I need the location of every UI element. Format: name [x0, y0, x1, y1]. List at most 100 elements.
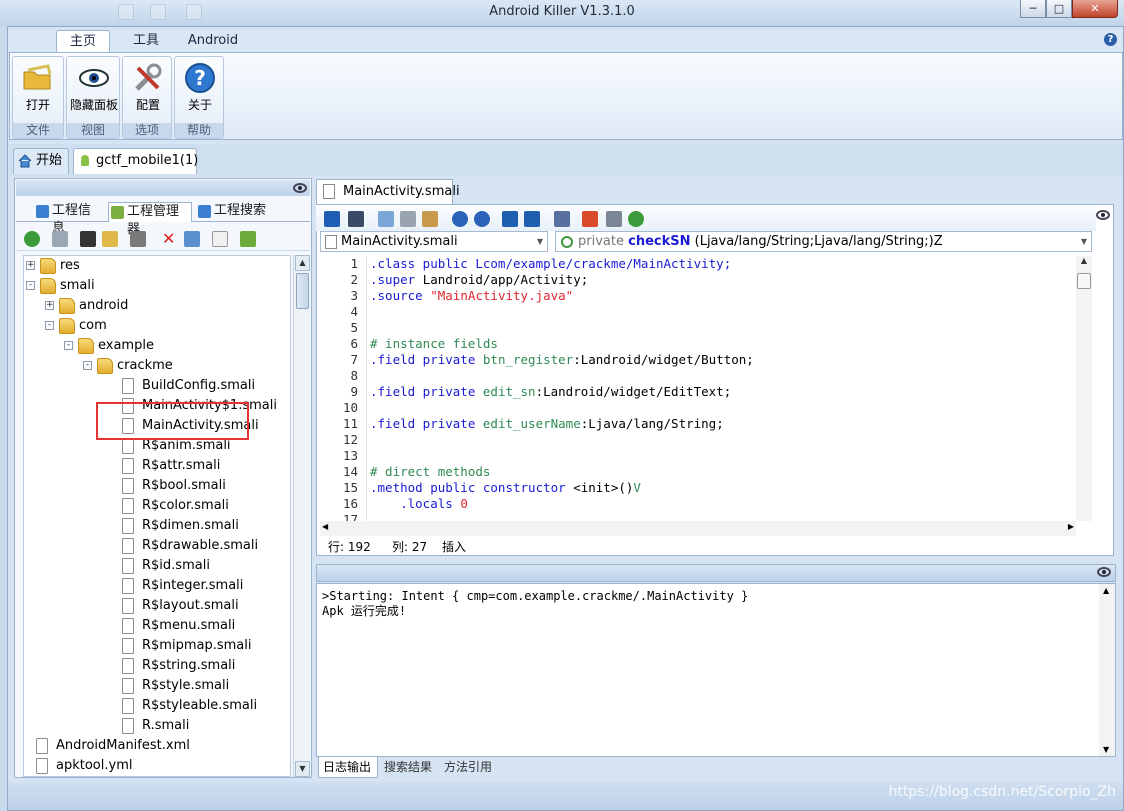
eye-icon[interactable] [293, 183, 307, 193]
collapse-icon[interactable]: - [83, 361, 92, 370]
file-icon [122, 378, 134, 394]
config-button[interactable]: 配置 [125, 59, 171, 123]
tree-item-label: example [98, 338, 154, 353]
window-controls: ─ □ ✕ [1020, 0, 1118, 18]
eye-icon[interactable] [1096, 210, 1110, 220]
tab-project-info[interactable]: 工程信息 [34, 202, 106, 236]
tab-log-output[interactable]: 日志输出 [318, 757, 378, 778]
collapse-icon[interactable]: - [26, 281, 35, 290]
back-icon[interactable] [502, 211, 518, 227]
code-token: :Landroid/widget/Button; [573, 352, 754, 367]
row-indicator: 行: 192 [328, 540, 371, 554]
run-icon[interactable] [628, 211, 644, 227]
scroll-up-icon[interactable]: ▲ [1076, 256, 1092, 268]
scroll-up-icon[interactable]: ▲ [1103, 586, 1109, 595]
tab-project-manager[interactable]: 工程管理器 [108, 202, 192, 237]
file-icon [122, 518, 134, 534]
minimize-button[interactable]: ─ [1020, 0, 1046, 18]
scroll-thumb[interactable] [1077, 273, 1091, 289]
ribbon-group-view: 隐藏面板 视图 [66, 56, 120, 139]
line-number: 5 [320, 320, 364, 336]
tab-project-search[interactable]: 工程搜索 [196, 202, 272, 222]
redo-icon[interactable] [474, 211, 490, 227]
copy-icon[interactable] [378, 211, 394, 227]
tab-method-refs[interactable]: 方法引用 [440, 757, 500, 778]
ribbon-tab-tools[interactable]: 工具 [120, 30, 172, 52]
file-icon [122, 438, 134, 454]
open-button[interactable]: 打开 [15, 59, 61, 123]
ribbon-tab-home[interactable]: 主页 [56, 30, 110, 52]
line-number: 16 [320, 496, 364, 512]
tree-scrollbar[interactable]: ▲ ▼ [293, 255, 310, 777]
text-file-icon[interactable] [212, 231, 228, 247]
file-selector-value: MainActivity.smali [341, 234, 458, 249]
paste-icon[interactable] [422, 211, 438, 227]
refresh-icon[interactable] [24, 231, 40, 247]
col-indicator: 列: 27 [392, 540, 428, 554]
scroll-up-icon[interactable]: ▲ [295, 255, 310, 271]
rename-icon[interactable] [184, 231, 200, 247]
code-editor[interactable]: 1 .class public Lcom/example/crackme/Main… [320, 256, 1076, 521]
tree-item-label: android [79, 298, 129, 313]
save-icon[interactable] [348, 211, 364, 227]
line-number: 8 [320, 368, 364, 384]
folder-icon [59, 318, 75, 334]
method-selector[interactable]: private checkSN (Ljava/lang/String;Ljava… [555, 231, 1092, 252]
undo-icon[interactable] [452, 211, 468, 227]
cut-icon[interactable] [400, 211, 416, 227]
svg-text:?: ? [194, 66, 206, 90]
line-number: 1 [320, 256, 364, 272]
expand-icon[interactable]: + [26, 261, 35, 270]
java-icon[interactable] [582, 211, 598, 227]
collapse-icon[interactable]: - [64, 341, 73, 350]
tab-start[interactable]: 开始 [13, 148, 69, 174]
help-icon[interactable]: ? [1104, 33, 1117, 46]
window-title: Android Killer V1.3.1.0 [489, 4, 635, 19]
code-hscrollbar[interactable]: ◀ ▶ [320, 521, 1076, 536]
ribbon-group-label: 视图 [67, 123, 119, 138]
tab-project[interactable]: gctf_mobile1(1) [73, 148, 198, 174]
panel-tabs: 工程信息 工程管理器 工程搜索 [16, 200, 310, 237]
expand-icon[interactable]: + [45, 301, 54, 310]
tab-search-results[interactable]: 搜索结果 [380, 757, 438, 778]
info-icon [36, 205, 49, 218]
scroll-thumb[interactable] [296, 273, 309, 309]
scroll-down-icon[interactable]: ▼ [1103, 745, 1109, 754]
gutter-divider [366, 256, 367, 521]
maximize-button[interactable]: □ [1046, 0, 1072, 18]
log-line: >Starting: Intent { cmp=com.example.crac… [322, 589, 749, 603]
find-folder-icon[interactable] [102, 231, 118, 247]
code-token: <init> [573, 480, 619, 495]
file-selector[interactable]: MainActivity.smali ▼ [320, 231, 548, 252]
bookmark-icon[interactable] [130, 231, 146, 247]
log-tabs: 日志输出 搜索结果 方法引用 [316, 757, 1116, 779]
document-tabs: 开始 gctf_mobile1(1) [9, 144, 1123, 176]
code-vscrollbar[interactable]: ▲ [1076, 256, 1092, 521]
code-text: # instance fields [370, 336, 498, 352]
android-icon[interactable] [240, 231, 256, 247]
editor-toolbar [316, 205, 1096, 231]
ribbon-tab-android[interactable]: Android [180, 30, 246, 52]
list-icon[interactable] [606, 211, 622, 227]
log-scrollbar[interactable]: ▲ ▼ [1099, 584, 1115, 756]
close-button[interactable]: ✕ [1072, 0, 1118, 18]
editor-tab[interactable]: MainActivity.smali [316, 179, 460, 204]
lock-icon[interactable] [324, 211, 340, 227]
forward-icon[interactable] [524, 211, 540, 227]
code-line: 17 [320, 512, 364, 521]
format-icon[interactable] [554, 211, 570, 227]
scroll-down-icon[interactable]: ▼ [295, 761, 310, 777]
hide-panel-button[interactable]: 隐藏面板 [69, 59, 119, 123]
scroll-left-icon[interactable]: ◀ [322, 522, 328, 531]
android-icon [81, 155, 89, 166]
collapse-icon[interactable]: - [45, 321, 54, 330]
about-button[interactable]: ? 关于 [177, 59, 223, 123]
editor-tab-label: MainActivity.smali [343, 184, 460, 199]
terminal-icon[interactable] [80, 231, 96, 247]
chevron-down-icon: ▼ [1080, 237, 1087, 246]
export-icon[interactable] [52, 231, 68, 247]
delete-icon[interactable]: ✕ [162, 231, 178, 247]
code-token: # instance fields [370, 336, 498, 351]
scroll-right-icon[interactable]: ▶ [1068, 522, 1074, 531]
eye-icon[interactable] [1097, 567, 1111, 577]
